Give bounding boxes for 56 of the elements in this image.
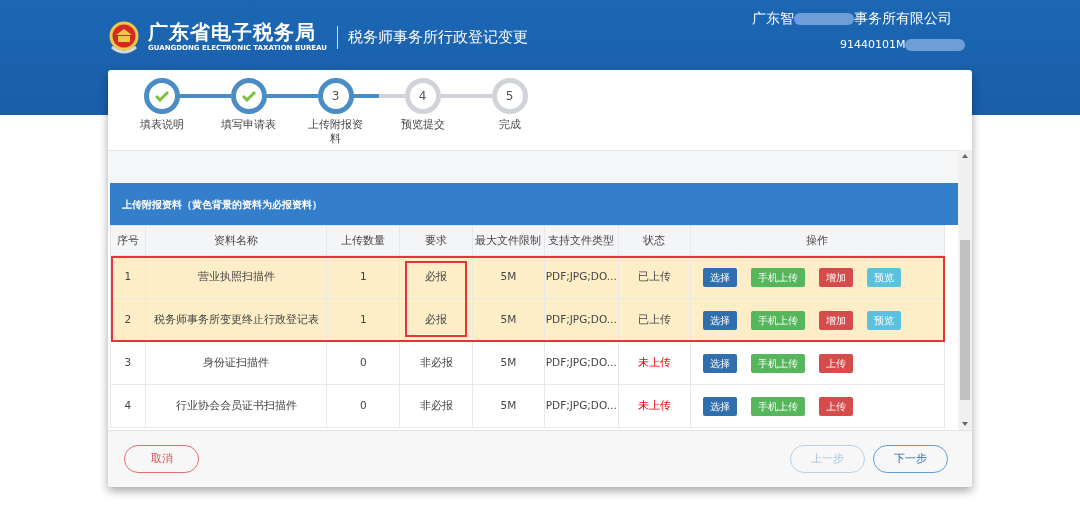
section-title: 上传附报资料（黄色背景的资料为必报资料） (110, 183, 958, 225)
column-header: 支持文件类型 (544, 225, 619, 256)
step-label: 完成 (497, 118, 522, 132)
page-title: 税务师事务所行政登记变更 (337, 26, 528, 49)
table-cell: 未上传 (618, 384, 691, 428)
table-cell: 4 (110, 384, 146, 428)
mobile-upload-button[interactable]: 手机上传 (750, 396, 805, 416)
step-number: 5 (491, 78, 528, 114)
upload-button[interactable]: 增加 (818, 310, 853, 330)
choose-button[interactable]: 选择 (702, 310, 737, 330)
table-cell: 0 (326, 341, 400, 385)
column-header: 状态 (618, 225, 691, 256)
choose-button[interactable]: 选择 (702, 353, 737, 373)
column-header: 序号 (110, 225, 146, 256)
table-cell: 未上传 (618, 341, 691, 385)
mobile-upload-button[interactable]: 手机上传 (750, 267, 805, 287)
column-header: 操作 (690, 225, 945, 256)
table-cell: 非必报 (399, 384, 473, 428)
table-cell: 税务师事务所变更终止行政登记表 (145, 298, 327, 342)
company-name: 事务所有限公司 (854, 10, 952, 26)
table-cell: 营业执照扫描件 (145, 255, 327, 299)
table-cell: 5M (472, 341, 545, 385)
company-name: 广东智 (752, 10, 794, 26)
choose-button[interactable]: 选择 (702, 267, 737, 287)
redaction-blur (794, 13, 854, 25)
column-header: 要求 (399, 225, 473, 256)
site-title: 广东省电子税务局 (148, 21, 317, 44)
mobile-upload-button[interactable]: 手机上传 (750, 353, 805, 373)
table-cell: 5M (472, 384, 545, 428)
upload-button[interactable]: 上传 (818, 353, 853, 373)
step-label: 填写申请表 (220, 118, 277, 132)
column-header: 资料名称 (145, 225, 327, 256)
tax-id: 91440101M (840, 38, 906, 51)
table-cell: 行业协会会员证书扫描件 (145, 384, 327, 428)
step-label: 填表说明 (138, 118, 185, 132)
step-number: 4 (404, 78, 441, 114)
column-header: 上传数量 (326, 225, 400, 256)
column-header: 最大文件限制 (472, 225, 545, 256)
table-cell: 3 (110, 341, 146, 385)
mobile-upload-button[interactable]: 手机上传 (750, 310, 805, 330)
step-number: 3 (317, 78, 354, 114)
step-label: 上传附报资料 (307, 118, 364, 146)
check-icon (154, 90, 169, 102)
table-cell: 非必报 (399, 341, 473, 385)
upload-button[interactable]: 上传 (818, 396, 853, 416)
check-icon (241, 90, 256, 102)
scrollbar[interactable] (958, 150, 972, 430)
table-cell: PDF;JPG;DO... (544, 384, 619, 428)
choose-button[interactable]: 选择 (702, 396, 737, 416)
table-cell: 身份证扫描件 (145, 341, 327, 385)
upload-button[interactable]: 增加 (818, 267, 853, 287)
step-label: 预览提交 (399, 118, 446, 132)
table-cell: 0 (326, 384, 400, 428)
table-cell: PDF;JPG;DO... (544, 341, 619, 385)
emblem-icon (108, 20, 140, 55)
redaction-blur (905, 39, 966, 51)
